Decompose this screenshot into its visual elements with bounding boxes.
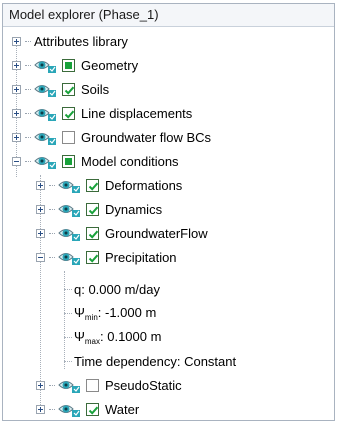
psi-min-value: : -1.000 m [97,304,157,320]
eye-icon[interactable] [34,104,58,122]
tree-item-label: Soils [81,81,110,97]
model-conditions-checkbox[interactable] [62,154,75,168]
expand-icon[interactable] [12,132,21,142]
tree-connector [25,160,31,162]
tree-item-label: Model conditions [81,153,179,169]
property-label: Ψmin: -1.000 m [74,305,156,322]
tree-item-pseudo-static[interactable]: PseudoStatic [36,373,182,397]
tree-connector [64,337,72,338]
tree-connector [64,361,72,362]
expand-icon[interactable] [36,180,45,190]
psi-symbol: Ψ [74,304,85,320]
water-checkbox[interactable] [86,402,99,416]
tree-connector [49,208,55,210]
expand-icon[interactable] [12,84,21,94]
eye-icon[interactable] [34,56,58,74]
groundwater-flow-checkbox[interactable] [86,226,99,240]
tree-item-attributes-library[interactable]: Attributes library [12,29,128,53]
tree-item-geometry[interactable]: Geometry [12,53,138,77]
tree-connector [49,232,55,234]
precipitation-checkbox[interactable] [86,250,99,264]
expand-icon[interactable] [36,228,45,238]
tree-item-label: Geometry [81,57,139,73]
eye-icon[interactable] [58,376,82,394]
geometry-checkbox[interactable] [62,58,75,72]
property-label: q: 0.000 m/day [74,281,160,297]
tree-connector [25,64,31,66]
eye-icon[interactable] [34,80,58,98]
tree-connector [64,271,65,369]
psi-max-value: : 0.1000 m [100,328,162,344]
tree-item-label: Water [105,401,140,417]
expand-icon[interactable] [12,60,21,70]
property-label: Time dependency: Constant [74,353,237,369]
min-subscript: min [84,312,98,322]
tree-connector [49,256,55,258]
tree-connector [25,40,31,42]
tree-connector [49,384,55,386]
tree-connector [64,313,72,314]
deformations-checkbox[interactable] [86,178,99,192]
tree-item-label: Deformations [105,177,183,193]
expand-icon[interactable] [12,108,21,118]
tree-item-dynamics[interactable]: Dynamics [36,197,162,221]
tree-item-water[interactable]: Water [36,397,139,421]
tree-connector [64,289,72,290]
soils-checkbox[interactable] [62,82,75,96]
eye-icon[interactable] [34,128,58,146]
tree-item-label: Dynamics [105,201,163,217]
property-psi-min[interactable]: Ψmin: -1.000 m [74,301,156,325]
expand-icon[interactable] [36,380,45,390]
expand-icon[interactable] [36,404,45,414]
model-explorer-panel: Model explorer (Phase_1) Attributes libr… [2,3,335,421]
tree-item-groundwater-flow[interactable]: GroundwaterFlow [36,221,208,245]
dynamics-checkbox[interactable] [86,202,99,216]
tree-connector [49,408,55,410]
tree-item-line-displacements[interactable]: Line displacements [12,101,192,125]
eye-icon[interactable] [58,224,82,242]
eye-icon[interactable] [58,176,82,194]
eye-icon[interactable] [58,248,82,266]
tree-item-groundwater-flow-bcs[interactable]: Groundwater flow BCs [12,125,211,149]
property-psi-max[interactable]: Ψmax: 0.1000 m [74,325,161,349]
psi-symbol: Ψ [74,328,85,344]
collapse-icon[interactable] [12,156,21,166]
tree-connector [25,88,31,90]
tree-item-label: Precipitation [105,249,177,265]
tree-connector [25,112,31,114]
property-label: Ψmax: 0.1000 m [74,329,161,346]
panel-title: Model explorer (Phase_1) [3,4,334,27]
pseudo-static-checkbox[interactable] [86,378,99,392]
max-subscript: max [84,336,100,346]
tree-connector [49,184,55,186]
collapse-icon[interactable] [36,252,45,262]
eye-icon[interactable] [34,152,58,170]
tree-item-soils[interactable]: Soils [12,77,109,101]
tree-item-label: Groundwater flow BCs [81,129,212,145]
tree-item-label: GroundwaterFlow [105,225,208,241]
tree-item-precipitation[interactable]: Precipitation [36,245,177,269]
property-time-dependency[interactable]: Time dependency: Constant [74,349,236,373]
property-q[interactable]: q: 0.000 m/day [74,277,160,301]
eye-icon[interactable] [58,200,82,218]
expand-icon[interactable] [12,36,21,46]
tree-item-label: Line displacements [81,105,193,121]
tree-item-model-conditions[interactable]: Model conditions [12,149,179,173]
groundwater-flow-bcs-checkbox[interactable] [62,130,75,144]
line-displacements-checkbox[interactable] [62,106,75,120]
tree-item-deformations[interactable]: Deformations [36,173,182,197]
expand-icon[interactable] [36,204,45,214]
tree-item-label: PseudoStatic [105,377,182,393]
tree-connector [25,136,31,138]
eye-icon[interactable] [58,400,82,418]
tree-item-label: Attributes library [34,33,128,49]
